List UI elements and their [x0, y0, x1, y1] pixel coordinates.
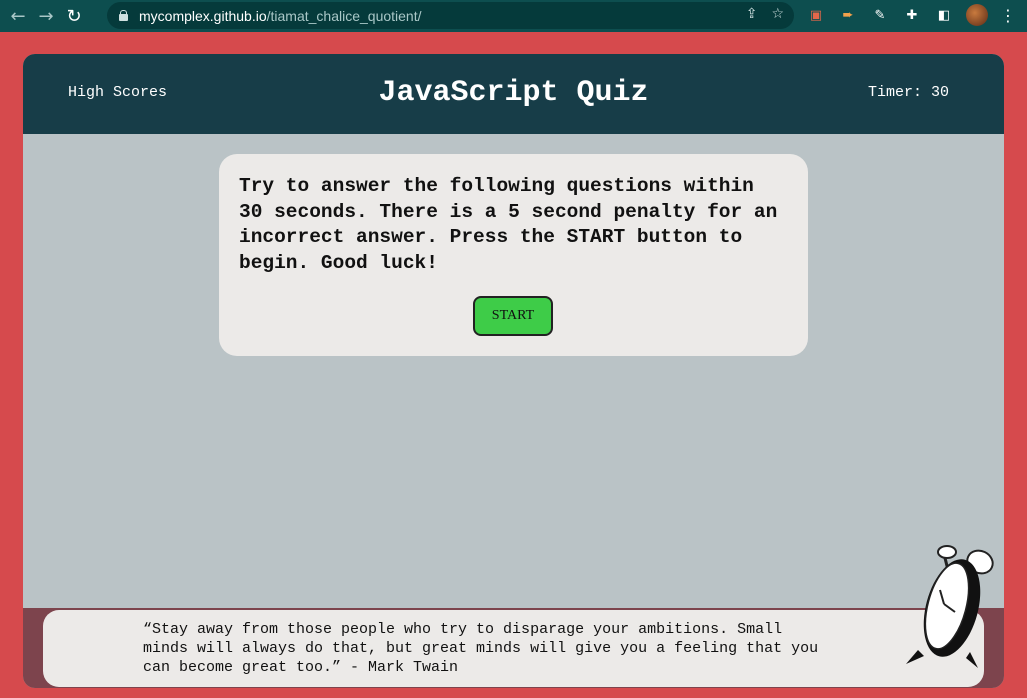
footer: “Stay away from those people who try to … — [23, 608, 1004, 688]
reload-icon[interactable]: ↻ — [60, 2, 88, 30]
extension-icon[interactable]: ▣ — [806, 5, 826, 25]
url-path: /tiamat_chalice_quotient/ — [266, 7, 422, 24]
instructions-card: Try to answer the following questions wi… — [219, 154, 808, 356]
timer-label: Timer: — [867, 84, 922, 101]
extension-icon[interactable]: ➨ — [838, 5, 858, 25]
extensions-icon[interactable]: ✚ — [902, 5, 922, 25]
avatar[interactable] — [966, 4, 988, 26]
extension-icon[interactable]: ✎ — [870, 5, 890, 25]
menu-icon[interactable]: ⋮ — [1000, 6, 1016, 25]
share-icon[interactable]: ⇪ — [746, 6, 758, 22]
quote-text: “Stay away from those people who try to … — [143, 621, 819, 676]
header: High Scores JavaScript Quiz Timer: 30 — [23, 54, 1004, 134]
side-panel-icon[interactable]: ◧ — [934, 5, 954, 25]
timer: Timer: 30 — [868, 84, 949, 101]
quote-box: “Stay away from those people who try to … — [43, 610, 984, 687]
alarm-clock-icon — [906, 545, 994, 668]
back-icon[interactable]: ← — [4, 2, 32, 30]
star-icon[interactable]: ☆ — [771, 6, 784, 22]
address-bar[interactable]: mycomplex.github.io/tiamat_chalice_quoti… — [107, 2, 794, 29]
timer-value: 30 — [930, 84, 949, 101]
url-host: mycomplex.github.io — [139, 7, 267, 24]
browser-toolbar: ← → ↻ mycomplex.github.io/tiamat_chalice… — [0, 0, 1027, 32]
quiz-app: High Scores JavaScript Quiz Timer: 30 Tr… — [23, 54, 1004, 688]
start-button[interactable]: START — [473, 296, 553, 336]
page-title: JavaScript Quiz — [378, 76, 649, 110]
forward-icon[interactable]: → — [32, 2, 60, 30]
lock-icon[interactable] — [119, 10, 128, 21]
instructions-text: Try to answer the following questions wi… — [239, 175, 778, 274]
